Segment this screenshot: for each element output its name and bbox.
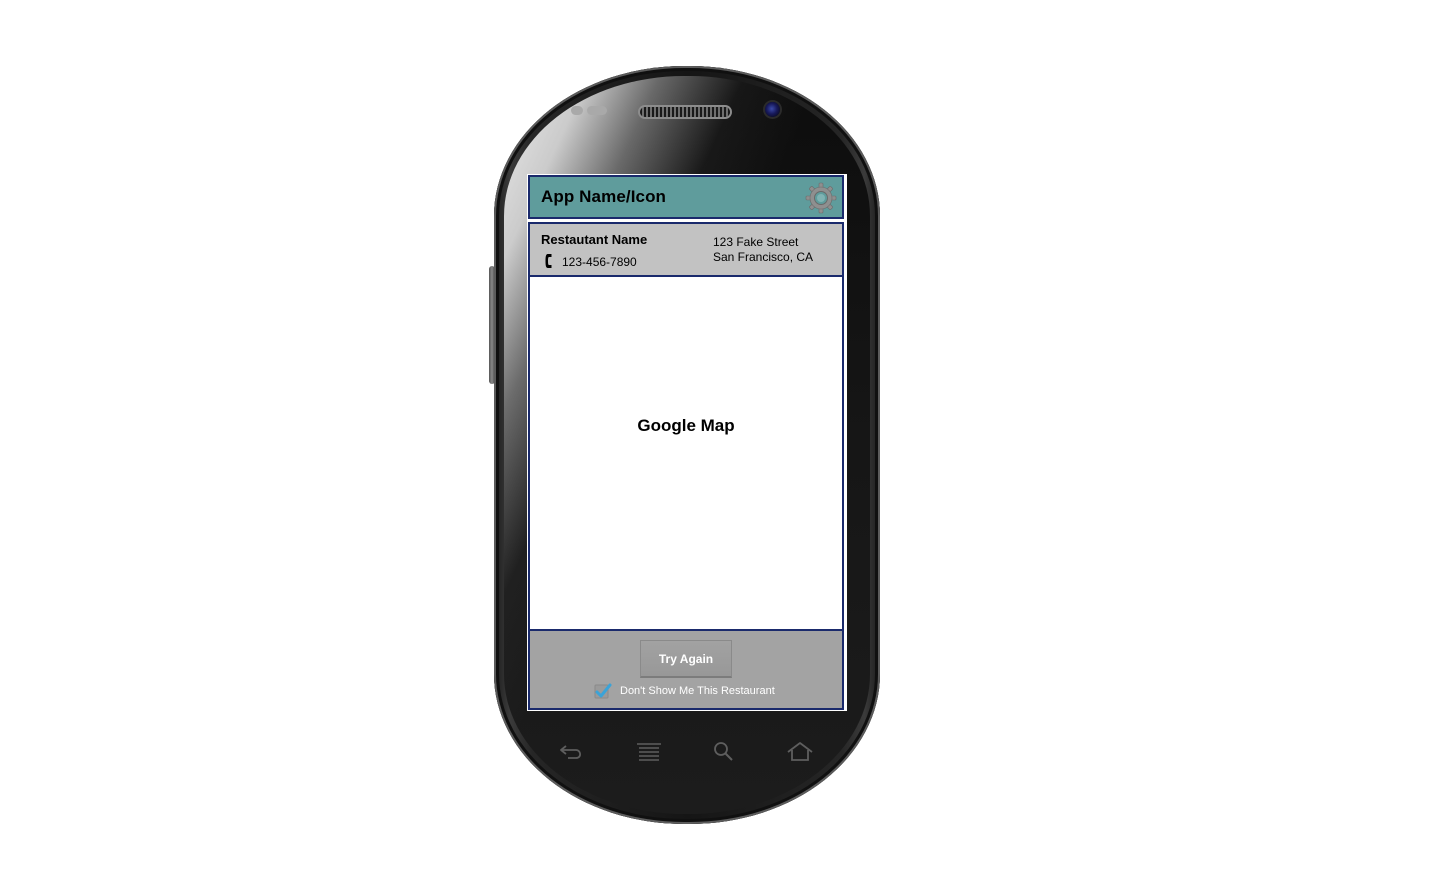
restaurant-name: Restautant Name xyxy=(541,232,648,247)
address-city: San Francisco, CA xyxy=(713,250,814,264)
restaurant-info-bar: Restautant Name 123-456-7890 123 Fake St… xyxy=(528,222,844,277)
try-again-button[interactable]: Try Again xyxy=(640,640,732,678)
search-icon[interactable] xyxy=(711,741,737,763)
action-footer: Try Again Don't Show Me This Restaurant xyxy=(528,629,844,710)
light-sensor xyxy=(587,106,607,115)
phone-icon[interactable] xyxy=(544,253,554,269)
app-title: App Name/Icon xyxy=(541,187,667,206)
map-view[interactable]: Google Map xyxy=(528,277,844,629)
gear-icon[interactable] xyxy=(805,182,837,214)
menu-icon[interactable] xyxy=(636,741,662,763)
restaurant-phone[interactable]: 123-456-7890 xyxy=(562,255,637,269)
app-screen: App Name/Icon Restautant Name 123-456-78… xyxy=(527,174,847,711)
page: App Name/Icon Restautant Name 123-456-78… xyxy=(0,0,1436,887)
proximity-sensor xyxy=(571,106,583,115)
dont-show-label: Don't Show Me This Restaurant xyxy=(620,685,775,697)
front-camera xyxy=(765,102,780,117)
back-icon[interactable] xyxy=(559,741,585,763)
checkbox-checked-icon[interactable] xyxy=(594,682,612,700)
app-header: App Name/Icon xyxy=(528,175,844,219)
address-street: 123 Fake Street xyxy=(713,235,799,249)
home-icon[interactable] xyxy=(787,741,813,763)
map-placeholder-label: Google Map xyxy=(637,416,735,435)
earpiece-speaker xyxy=(640,107,730,117)
